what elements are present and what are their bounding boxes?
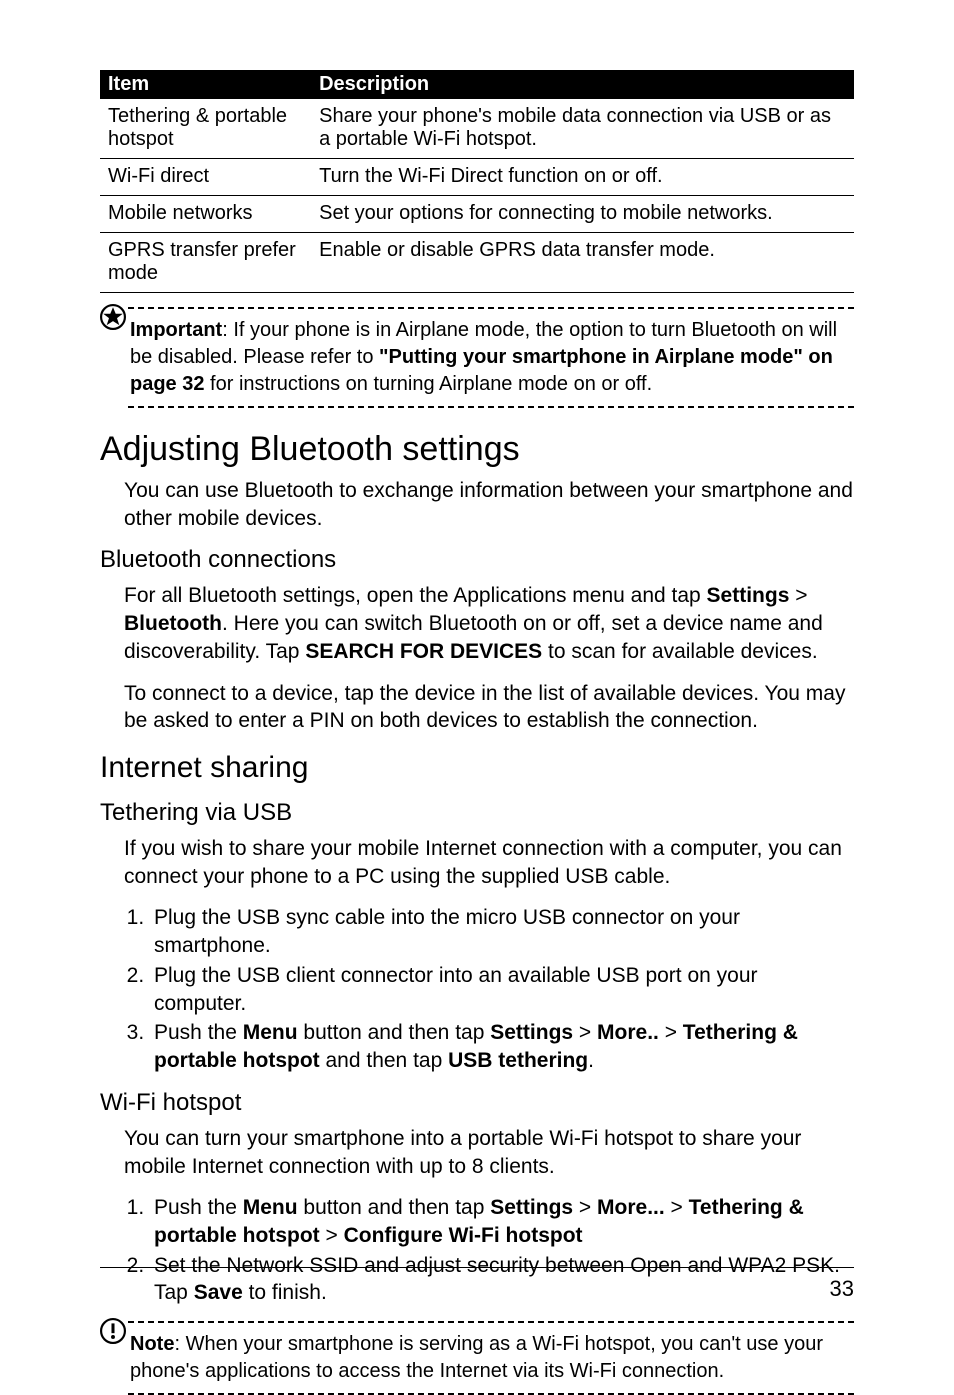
- important-callout: Important: If your phone is in Airplane …: [100, 307, 854, 408]
- item-cell: Wi-Fi direct: [100, 159, 311, 196]
- footer-rule: [100, 1267, 854, 1268]
- bluetooth-intro: You can use Bluetooth to exchange inform…: [124, 477, 854, 532]
- subheading-wifi-hotspot: Wi-Fi hotspot: [100, 1089, 854, 1117]
- subheading-bt-connections: Bluetooth connections: [100, 546, 854, 574]
- table-row: Wi-Fi direct Turn the Wi-Fi Direct funct…: [100, 159, 854, 196]
- list-item: Push the Menu button and then tap Settin…: [150, 1194, 854, 1249]
- usb-tether-intro: If you wish to share your mobile Interne…: [124, 835, 854, 890]
- list-item: Push the Menu button and then tap Settin…: [150, 1019, 854, 1074]
- important-label: Important: [130, 319, 222, 341]
- bt-paragraph-2: To connect to a device, tap the device i…: [124, 680, 854, 735]
- table-row: Mobile networks Set your options for con…: [100, 196, 854, 233]
- heading-internet-sharing: Internet sharing: [100, 751, 854, 785]
- wifi-hotspot-intro: You can turn your smartphone into a port…: [124, 1125, 854, 1180]
- col-description: Description: [311, 70, 854, 99]
- desc-cell: Enable or disable GPRS data transfer mod…: [311, 233, 854, 293]
- usb-tether-steps: Plug the USB sync cable into the micro U…: [124, 904, 854, 1074]
- note-text: Note: When your smartphone is serving as…: [130, 1333, 823, 1382]
- subheading-usb-tethering: Tethering via USB: [100, 799, 854, 827]
- bt-paragraph-1: For all Bluetooth settings, open the App…: [124, 582, 854, 665]
- desc-cell: Share your phone's mobile data connectio…: [311, 99, 854, 159]
- settings-table: Item Description Tethering & portable ho…: [100, 70, 854, 293]
- item-cell: Mobile networks: [100, 196, 311, 233]
- col-item: Item: [100, 70, 311, 99]
- heading-bluetooth: Adjusting Bluetooth settings: [100, 430, 854, 469]
- list-item: Plug the USB sync cable into the micro U…: [150, 904, 854, 959]
- warning-icon: [100, 1318, 126, 1352]
- list-item: Plug the USB client connector into an av…: [150, 962, 854, 1017]
- table-row: Tethering & portable hotspot Share your …: [100, 99, 854, 159]
- note-callout: Note: When your smartphone is serving as…: [100, 1321, 854, 1395]
- table-row: GPRS transfer prefer mode Enable or disa…: [100, 233, 854, 293]
- item-cell: GPRS transfer prefer mode: [100, 233, 311, 293]
- item-cell: Tethering & portable hotspot: [100, 99, 311, 159]
- page-number: 33: [100, 1276, 854, 1302]
- desc-cell: Set your options for connecting to mobil…: [311, 196, 854, 233]
- info-star-icon: [100, 304, 126, 338]
- important-text: Important: If your phone is in Airplane …: [130, 319, 837, 395]
- page-footer: 33: [100, 1267, 854, 1302]
- page: Item Description Tethering & portable ho…: [0, 0, 954, 1352]
- desc-cell: Turn the Wi-Fi Direct function on or off…: [311, 159, 854, 196]
